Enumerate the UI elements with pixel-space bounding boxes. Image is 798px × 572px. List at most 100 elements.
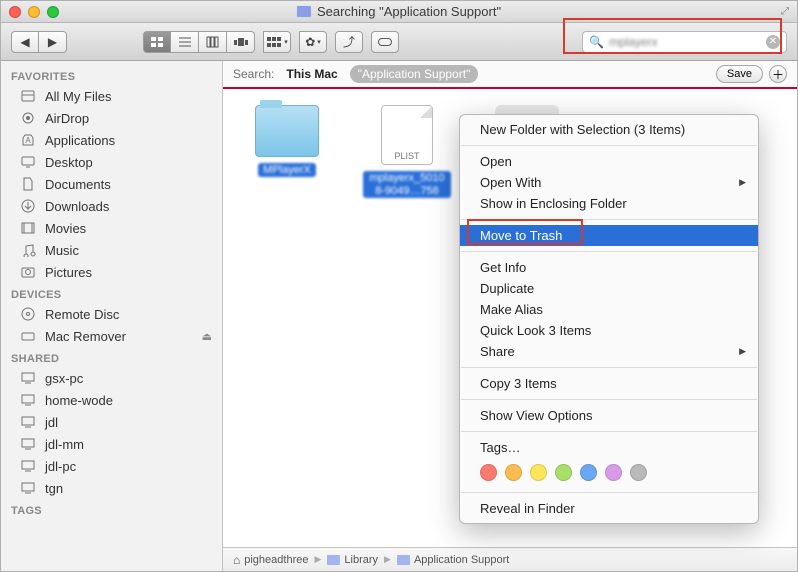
ctx-tags[interactable]: Tags… (460, 437, 758, 458)
tag-green[interactable] (555, 464, 572, 481)
devices-header: Devices (1, 283, 222, 303)
tag-purple[interactable] (605, 464, 622, 481)
path-separator-icon: ▶ (384, 554, 391, 565)
ctx-quick-look[interactable]: Quick Look 3 Items (460, 320, 758, 341)
path-separator-icon: ▶ (314, 554, 321, 565)
sidebar-item-applications[interactable]: AApplications (1, 129, 222, 151)
ctx-open-with[interactable]: Open With (460, 172, 758, 193)
action-group: ✿▾ (299, 31, 327, 53)
scope-thismac[interactable]: This Mac (286, 67, 337, 81)
folder-icon (297, 6, 311, 17)
zoom-window-button[interactable] (47, 6, 59, 18)
clear-search-button[interactable]: ✕ (766, 35, 780, 49)
path-appsupport[interactable]: Application Support (397, 554, 509, 566)
tags-header: Tags (1, 499, 222, 519)
folder-icon (397, 555, 410, 565)
sidebar-item-tgn[interactable]: tgn (1, 477, 222, 499)
svg-text:A: A (25, 136, 31, 145)
sidebar-item-remotedisc[interactable]: Remote Disc (1, 303, 222, 325)
path-bar: ⌂pigheadthree ▶ Library ▶ Application Su… (223, 547, 797, 571)
sidebar-item-allmyfiles[interactable]: All My Files (1, 85, 222, 107)
nav-buttons: ◀ ▶ (11, 31, 67, 53)
sidebar-item-documents[interactable]: Documents (1, 173, 222, 195)
search-query: mplayerx (609, 35, 761, 49)
pc-icon (19, 392, 37, 408)
menu-separator (461, 145, 757, 146)
action-button[interactable]: ✿▾ (299, 31, 327, 53)
forward-button[interactable]: ▶ (39, 31, 67, 53)
plist-icon: PLIST (381, 105, 433, 165)
scope-folder[interactable]: "Application Support" (350, 65, 479, 83)
back-button[interactable]: ◀ (11, 31, 39, 53)
sidebar-item-music[interactable]: Music (1, 239, 222, 261)
fullscreen-icon[interactable]: ⤢ (781, 6, 789, 17)
ctx-move-to-trash[interactable]: Move to Trash (460, 225, 758, 246)
menu-separator (461, 399, 757, 400)
titlebar: Searching "Application Support" ⤢ (1, 1, 797, 23)
share-button[interactable]: ⤴ (335, 31, 363, 53)
tag-blue[interactable] (580, 464, 597, 481)
tag-gray[interactable] (630, 464, 647, 481)
add-criteria-button[interactable]: ＋ (769, 65, 787, 83)
pc-icon (19, 370, 37, 386)
menu-separator (461, 431, 757, 432)
music-icon (19, 242, 37, 258)
sidebar-item-airdrop[interactable]: AirDrop (1, 107, 222, 129)
sidebar-item-jdl-pc[interactable]: jdl-pc (1, 455, 222, 477)
sidebar-item-movies[interactable]: Movies (1, 217, 222, 239)
search-field[interactable]: 🔍 mplayerx ✕ (582, 31, 787, 53)
airdrop-icon (19, 110, 37, 126)
applications-icon: A (19, 132, 37, 148)
ctx-reveal-finder[interactable]: Reveal in Finder (460, 498, 758, 519)
file-item[interactable]: PLIST mplayerx_5010 8-9049…758 (363, 105, 451, 198)
pc-icon (19, 414, 37, 430)
sidebar-item-jdl-mm[interactable]: jdl-mm (1, 433, 222, 455)
ctx-view-options[interactable]: Show View Options (460, 405, 758, 426)
tag-yellow[interactable] (530, 464, 547, 481)
edit-tags-button[interactable] (371, 31, 399, 53)
pc-icon (19, 458, 37, 474)
ctx-get-info[interactable]: Get Info (460, 257, 758, 278)
disc-icon (19, 306, 37, 322)
path-library[interactable]: Library (327, 554, 378, 566)
favorites-header: Favorites (1, 65, 222, 85)
ctx-new-folder-selection[interactable]: New Folder with Selection (3 Items) (460, 119, 758, 140)
eject-icon[interactable]: ⏏ (202, 330, 212, 343)
icon-view-button[interactable] (143, 31, 171, 53)
tag-red[interactable] (480, 464, 497, 481)
ctx-make-alias[interactable]: Make Alias (460, 299, 758, 320)
file-item[interactable]: MPlayerX (243, 105, 331, 177)
tags-icon (378, 38, 392, 46)
list-view-button[interactable] (171, 31, 199, 53)
ctx-duplicate[interactable]: Duplicate (460, 278, 758, 299)
movies-icon (19, 220, 37, 236)
minimize-window-button[interactable] (28, 6, 40, 18)
sidebar-item-jdl[interactable]: jdl (1, 411, 222, 433)
arrange-button[interactable]: ▾ (263, 31, 291, 53)
path-home[interactable]: ⌂pigheadthree (233, 553, 308, 567)
ctx-enclosing-folder[interactable]: Show in Enclosing Folder (460, 193, 758, 214)
shared-header: Shared (1, 347, 222, 367)
ctx-share[interactable]: Share (460, 341, 758, 362)
downloads-icon (19, 198, 37, 214)
folder-icon (327, 555, 340, 565)
close-window-button[interactable] (9, 6, 21, 18)
toolbar: ◀ ▶ ▾ ✿▾ ⤴ 🔍 mplayerx ✕ (1, 23, 797, 61)
folder-icon (255, 105, 319, 157)
coverflow-view-button[interactable] (227, 31, 255, 53)
sidebar-item-downloads[interactable]: Downloads (1, 195, 222, 217)
sidebar-item-macremover[interactable]: Mac Remover⏏ (1, 325, 222, 347)
file-label: mplayerx_5010 8-9049…758 (363, 171, 451, 198)
ctx-open[interactable]: Open (460, 151, 758, 172)
view-buttons (143, 31, 255, 53)
sidebar-item-home-wode[interactable]: home-wode (1, 389, 222, 411)
sidebar-item-gsx-pc[interactable]: gsx-pc (1, 367, 222, 389)
column-view-button[interactable] (199, 31, 227, 53)
sidebar-item-pictures[interactable]: Pictures (1, 261, 222, 283)
sidebar-item-desktop[interactable]: Desktop (1, 151, 222, 173)
ctx-tag-colors (460, 458, 758, 487)
file-label: MPlayerX (258, 163, 316, 177)
save-search-button[interactable]: Save (716, 65, 763, 83)
ctx-copy[interactable]: Copy 3 Items (460, 373, 758, 394)
tag-orange[interactable] (505, 464, 522, 481)
